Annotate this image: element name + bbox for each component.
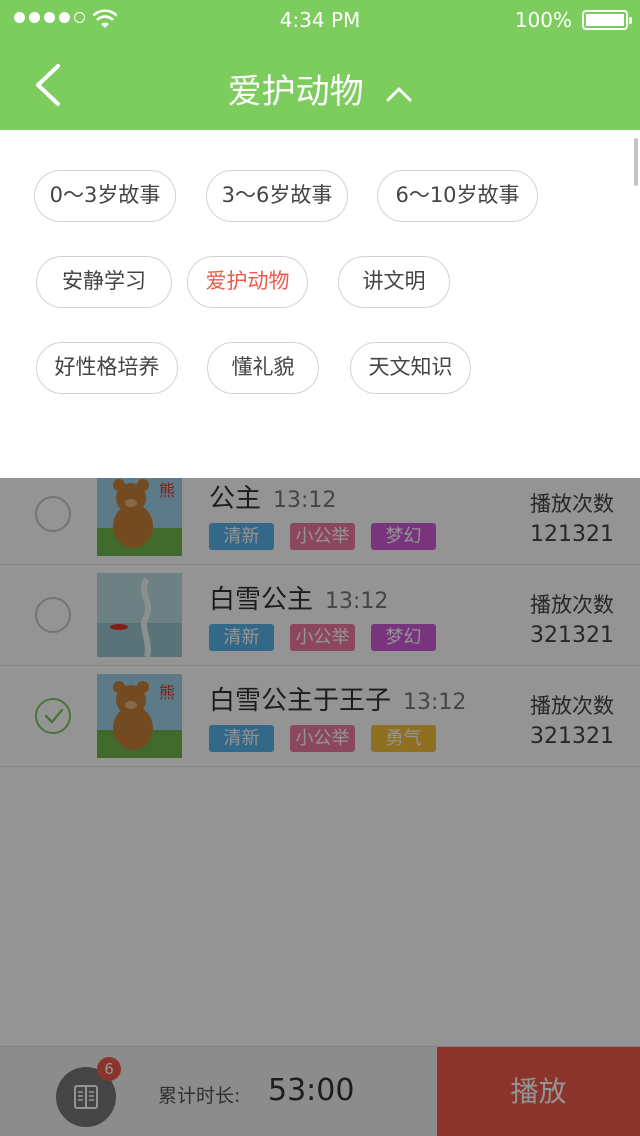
- scrollbar[interactable]: [634, 138, 638, 186]
- category-chip[interactable]: 天文知识: [350, 342, 471, 394]
- category-chip[interactable]: 讲文明: [338, 256, 450, 308]
- category-chip[interactable]: 6～10岁故事: [377, 170, 538, 222]
- category-chip[interactable]: 懂礼貌: [207, 342, 319, 394]
- category-chip[interactable]: 爱护动物: [187, 256, 308, 308]
- battery-percent: 100%: [514, 8, 572, 32]
- nav-bar: 爱护动物: [0, 40, 640, 130]
- page-title: 爱护动物: [227, 72, 364, 112]
- chevron-up-icon: [386, 87, 412, 101]
- category-panel: 0～3岁故事 3～6岁故事 6～10岁故事安静学习 爱护动物 讲文明好性格培养 懂礼貌 天文…: [0, 130, 640, 478]
- category-chip[interactable]: 好性格培养: [36, 342, 178, 394]
- bottom-dim-overlay: [0, 1046, 640, 1136]
- battery-icon: [582, 10, 632, 30]
- status-bar: 4:34 PM 100%: [0, 0, 640, 40]
- category-chip[interactable]: 安静学习: [36, 256, 172, 308]
- dim-overlay[interactable]: [0, 478, 640, 1136]
- category-chip[interactable]: 3～6岁故事: [206, 170, 348, 222]
- category-toggle[interactable]: 爱护动物: [0, 64, 640, 113]
- category-chip[interactable]: 0～3岁故事: [34, 170, 176, 222]
